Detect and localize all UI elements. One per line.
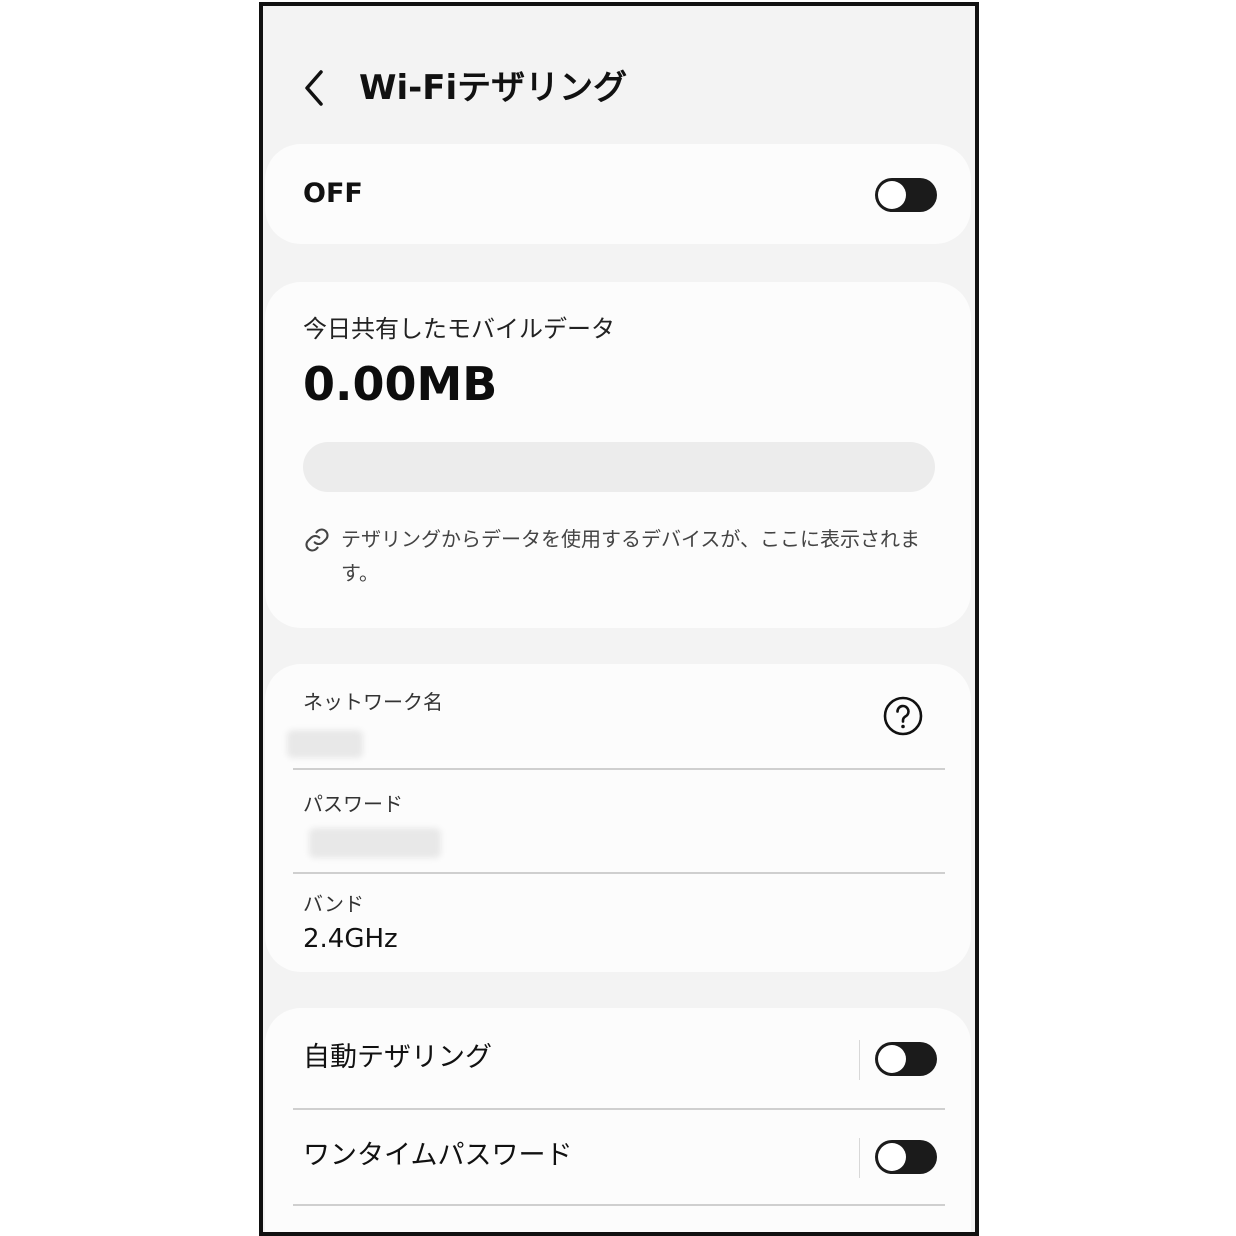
toggle-knob — [878, 181, 906, 209]
help-icon[interactable] — [883, 696, 923, 736]
vertical-separator — [859, 1138, 860, 1178]
main-switch-card[interactable]: OFF — [265, 144, 971, 244]
divider — [293, 1108, 945, 1110]
divider — [293, 768, 945, 770]
data-usage-value: 0.00MB — [303, 357, 498, 411]
usage-bar — [303, 442, 935, 492]
password-row[interactable]: パスワード — [293, 782, 945, 870]
main-switch-label: OFF — [303, 178, 363, 209]
network-info-card: ネットワーク名 パスワード バンド 2.4GHz — [265, 664, 971, 972]
divider — [293, 872, 945, 874]
page-title: Wi-Fiテザリング — [359, 68, 628, 108]
tethering-settings-card: 自動テザリング ワンタイムパスワード — [265, 1008, 971, 1232]
one-time-password-label[interactable]: ワンタイムパスワード — [303, 1138, 572, 1174]
network-name-label: ネットワーク名 — [303, 690, 443, 714]
password-value-redacted — [309, 828, 441, 858]
network-name-value-redacted — [287, 730, 363, 758]
toggle-knob — [878, 1045, 906, 1073]
divider — [293, 1204, 945, 1206]
network-name-row[interactable]: ネットワーク名 — [287, 680, 945, 766]
device-note: テザリングからデータを使用するデバイスが、ここに表示されます。 — [341, 527, 920, 585]
toggle-knob — [878, 1143, 906, 1171]
data-usage-label: 今日共有したモバイルデータ — [303, 315, 615, 343]
data-usage-card: 今日共有したモバイルデータ 0.00MB テザリングからデータを使用するデバイス… — [265, 282, 971, 628]
link-icon — [305, 528, 329, 552]
band-row[interactable]: バンド 2.4GHz — [293, 886, 945, 966]
app-header: Wi-Fiテザリング — [263, 6, 975, 156]
auto-tethering-label[interactable]: 自動テザリング — [303, 1040, 492, 1076]
chevron-left-icon — [305, 70, 323, 106]
phone-screen: Wi-Fiテザリング OFF 今日共有したモバイルデータ 0.00MB テザリン… — [259, 2, 979, 1236]
auto-tethering-toggle[interactable] — [875, 1042, 937, 1076]
one-time-password-toggle[interactable] — [875, 1140, 937, 1174]
vertical-separator — [859, 1040, 860, 1080]
back-button[interactable] — [293, 66, 337, 110]
band-value: 2.4GHz — [303, 924, 398, 954]
password-label: パスワード — [303, 792, 403, 816]
band-label: バンド — [303, 892, 364, 916]
main-switch-toggle[interactable] — [875, 178, 937, 212]
